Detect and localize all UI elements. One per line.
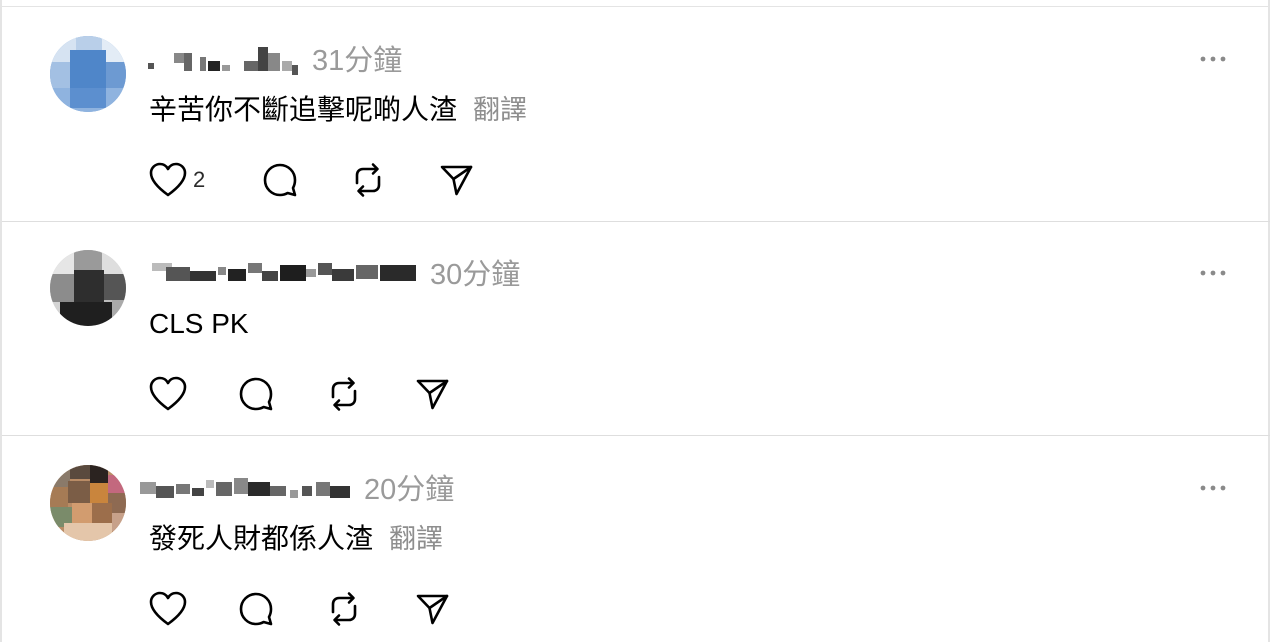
like-count: 2 xyxy=(193,167,206,192)
comment-body: CLS PK xyxy=(149,306,249,342)
username-redacted[interactable] xyxy=(152,257,418,293)
send-icon xyxy=(440,165,473,196)
like-button[interactable]: 2 xyxy=(149,158,205,202)
comment-post: 30分鐘 CLS PK xyxy=(2,222,1270,436)
comment-body: 辛苦你不斷追擊呢啲人渣 翻譯 xyxy=(149,92,527,128)
comment-text: 辛苦你不斷追擊呢啲人渣 xyxy=(149,94,458,125)
comment-post: 20分鐘 發死人財都係人渣 翻譯 xyxy=(2,437,1270,642)
post-header: 30分鐘 xyxy=(152,256,520,294)
post-header: 31分鐘 xyxy=(148,42,402,80)
username-redacted[interactable] xyxy=(148,43,300,79)
comment-post: 31分鐘 辛苦你不斷追擊呢啲人渣 翻譯 2 xyxy=(2,8,1270,222)
translate-link[interactable]: 翻譯 xyxy=(389,524,443,554)
post-timestamp[interactable]: 30分鐘 xyxy=(430,257,520,293)
comment-body: 發死人財都係人渣 翻譯 xyxy=(149,521,443,557)
share-button[interactable] xyxy=(438,158,476,202)
share-button[interactable] xyxy=(414,587,452,631)
send-icon xyxy=(416,379,449,410)
reply-button[interactable] xyxy=(237,372,275,416)
share-button[interactable] xyxy=(414,372,452,416)
comment-bubble-icon xyxy=(239,592,273,626)
heart-icon xyxy=(149,591,187,626)
comment-text: 發死人財都係人渣 xyxy=(149,523,374,554)
heart-icon xyxy=(149,376,187,411)
avatar[interactable] xyxy=(50,36,126,112)
post-header: 20分鐘 xyxy=(140,471,454,509)
repost-icon xyxy=(331,377,357,411)
like-button[interactable] xyxy=(149,372,187,416)
comment-bubble-icon xyxy=(239,377,273,411)
action-bar xyxy=(2,587,602,631)
repost-icon xyxy=(355,163,381,197)
more-options-button[interactable] xyxy=(1198,473,1228,503)
avatar[interactable] xyxy=(50,250,126,326)
repost-icon xyxy=(331,592,357,626)
ellipsis-icon xyxy=(1200,270,1226,276)
post-timestamp[interactable]: 31分鐘 xyxy=(312,43,402,79)
repost-button[interactable] xyxy=(349,158,387,202)
action-bar xyxy=(2,372,602,416)
more-options-button[interactable] xyxy=(1198,258,1228,288)
avatar[interactable] xyxy=(50,465,126,541)
like-button[interactable] xyxy=(149,587,187,631)
username-redacted[interactable] xyxy=(140,472,352,508)
ellipsis-icon xyxy=(1200,56,1226,62)
translate-link[interactable]: 翻譯 xyxy=(473,95,527,125)
repost-button[interactable] xyxy=(325,372,363,416)
post-divider xyxy=(2,435,1270,436)
repost-button[interactable] xyxy=(325,587,363,631)
heart-icon xyxy=(149,162,187,197)
more-options-button[interactable] xyxy=(1198,44,1228,74)
comment-text: CLS PK xyxy=(149,308,249,339)
send-icon xyxy=(416,594,449,625)
ellipsis-icon xyxy=(1200,485,1226,491)
threads-comment-list: 31分鐘 辛苦你不斷追擊呢啲人渣 翻譯 2 30分鐘 CLS PK 20分鐘 發… xyxy=(0,0,1270,642)
top-divider xyxy=(2,6,1270,7)
reply-button[interactable] xyxy=(261,158,299,202)
post-timestamp[interactable]: 20分鐘 xyxy=(364,472,454,508)
action-bar: 2 xyxy=(2,158,602,202)
reply-button[interactable] xyxy=(237,587,275,631)
comment-bubble-icon xyxy=(263,163,297,197)
